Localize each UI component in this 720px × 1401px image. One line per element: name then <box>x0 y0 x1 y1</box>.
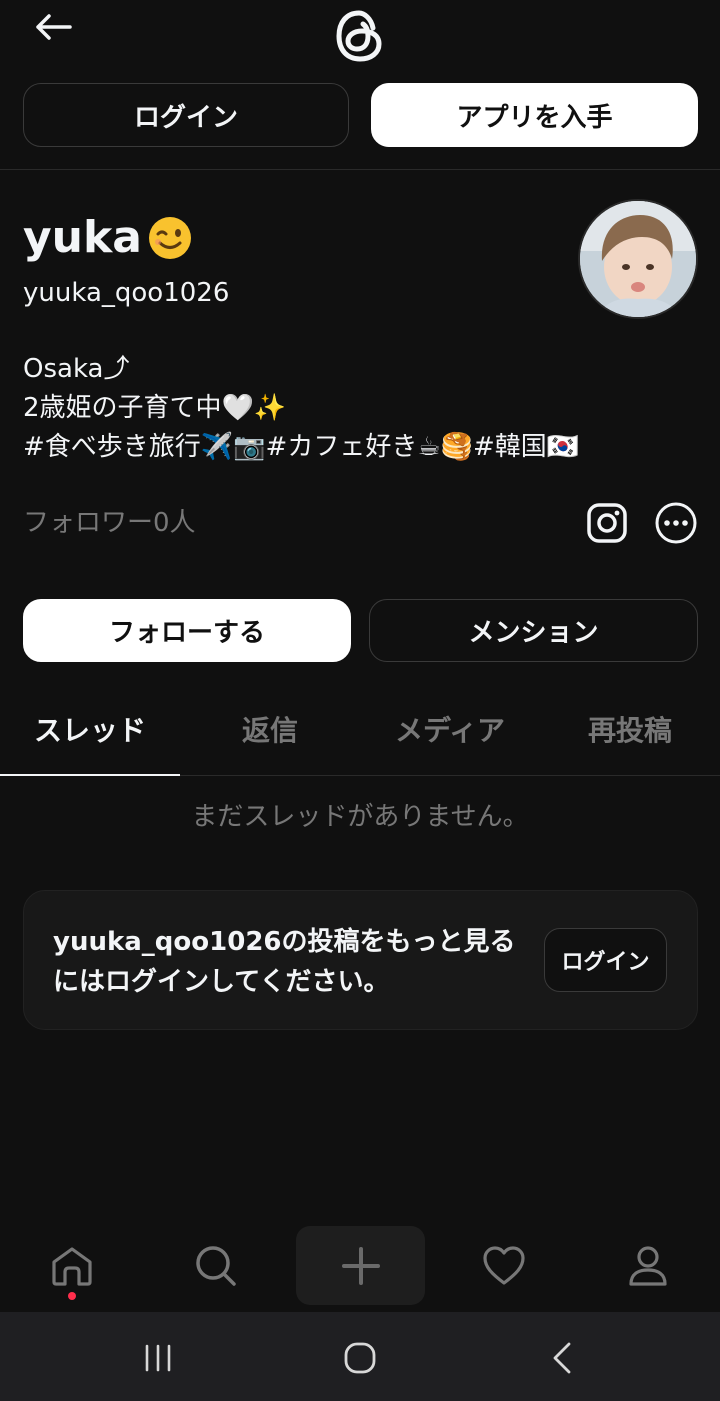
instagram-button[interactable] <box>584 500 630 546</box>
profile-photo-icon <box>580 201 696 317</box>
card-login-button[interactable]: ログイン <box>544 928 667 992</box>
more-icon <box>655 502 697 544</box>
heart-icon <box>483 1246 525 1285</box>
followers-count[interactable]: フォロワー0人 <box>23 506 196 540</box>
notification-dot <box>68 1292 76 1300</box>
recent-apps-icon <box>145 1344 171 1372</box>
arrow-left-icon <box>36 14 72 40</box>
follow-button[interactable]: フォローする <box>23 599 351 662</box>
profile-tabs: スレッド 返信 メディア 再投稿 <box>0 700 720 776</box>
winking-face-icon <box>148 217 191 259</box>
threads-logo[interactable] <box>330 6 390 66</box>
search-icon <box>196 1246 236 1286</box>
login-prompt-text: yuuka_qoo1026の投稿をもっと見るにはログインしてください。 <box>53 927 516 997</box>
threads-logo-icon <box>336 10 382 62</box>
instagram-icon <box>587 503 627 543</box>
username: yuuka_qoo1026 <box>23 278 230 308</box>
recent-apps-button[interactable] <box>128 1330 188 1386</box>
mention-button[interactable]: メンション <box>369 599 698 662</box>
nav-profile[interactable] <box>612 1228 684 1304</box>
divider <box>0 169 720 170</box>
avatar[interactable] <box>578 199 698 319</box>
active-tab-indicator <box>0 774 180 776</box>
home-icon <box>52 1247 92 1286</box>
get-app-button[interactable]: アプリを入手 <box>371 83 698 147</box>
nav-activity[interactable] <box>468 1228 540 1304</box>
home-system-button[interactable] <box>330 1330 390 1386</box>
tab-replies[interactable]: 返信 <box>180 700 360 758</box>
login-button[interactable]: ログイン <box>23 83 349 147</box>
tab-reposts[interactable]: 再投稿 <box>540 700 720 758</box>
home-circle-icon <box>344 1342 376 1374</box>
back-system-button[interactable] <box>532 1330 592 1386</box>
nav-create[interactable] <box>296 1226 425 1305</box>
display-name: yuka <box>23 210 194 266</box>
tab-media[interactable]: メディア <box>360 700 540 758</box>
tab-threads[interactable]: スレッド <box>0 700 180 758</box>
display-name-text: yuka <box>23 212 142 263</box>
more-button[interactable] <box>653 500 699 546</box>
empty-threads-message: まだスレッドがありません。 <box>191 802 529 832</box>
bio: Osaka⤴ 2歳姫の子育て中🤍✨ #食べ歩き旅行✈️📷#カフェ好き☕🥞#韓国🇰… <box>23 354 580 462</box>
plus-icon <box>341 1246 380 1285</box>
nav-search[interactable] <box>180 1228 252 1304</box>
back-button[interactable] <box>30 10 76 44</box>
person-icon <box>629 1246 667 1286</box>
chevron-left-icon <box>553 1342 571 1374</box>
